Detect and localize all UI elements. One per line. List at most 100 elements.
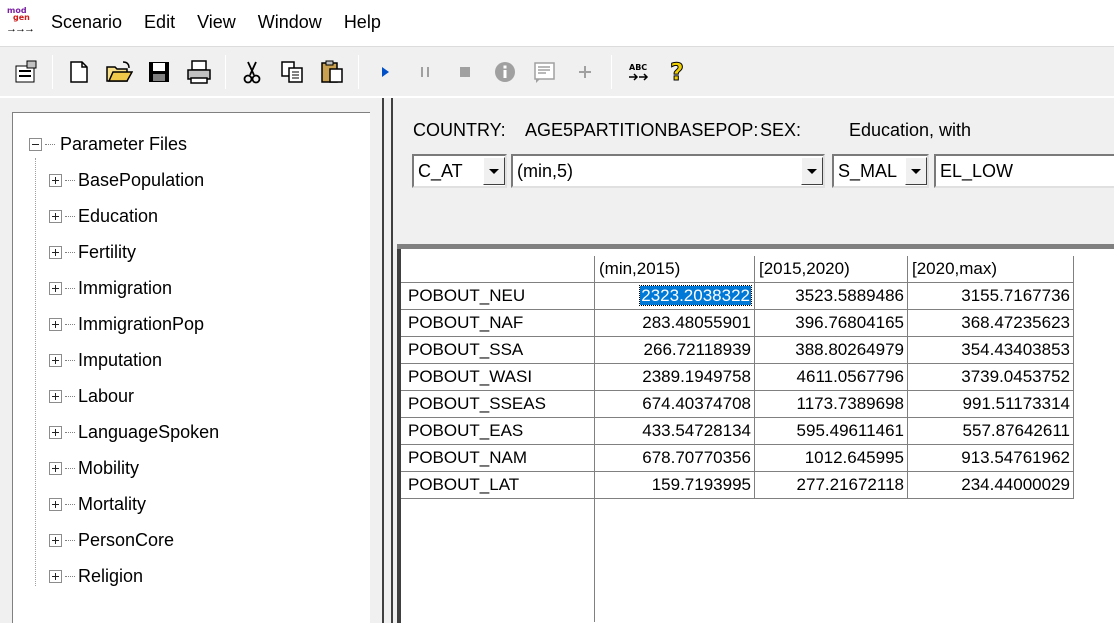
grid-cell[interactable]: 674.40374708 <box>595 391 755 418</box>
grid-cell[interactable]: 234.44000029 <box>908 472 1074 499</box>
grid-corner-cell <box>401 256 595 283</box>
menu-view[interactable]: View <box>186 0 247 44</box>
row-header[interactable]: POBOUT_WASI <box>401 364 595 391</box>
grid-cell[interactable]: 433.54728134 <box>595 418 755 445</box>
expand-icon[interactable] <box>49 533 62 547</box>
country-select[interactable]: C_AT <box>412 154 507 188</box>
modgen-app-icon[interactable]: mod gen →→→ <box>6 7 35 37</box>
grid-cell[interactable]: 557.87642611 <box>908 418 1074 445</box>
pane-splitter[interactable] <box>379 98 397 623</box>
tree-item-religion[interactable]: Religion <box>49 561 143 591</box>
tree-item-label: LanguageSpoken <box>78 421 220 442</box>
expand-icon[interactable] <box>49 353 62 367</box>
row-header[interactable]: POBOUT_LAT <box>401 472 595 499</box>
menu-scenario[interactable]: Scenario <box>40 0 133 44</box>
expand-icon[interactable] <box>49 461 62 475</box>
expand-icon[interactable] <box>49 569 62 583</box>
expand-icon[interactable] <box>49 317 62 331</box>
parameter-grid-area: (min,2015) [2015,2020) [2020,max) POBOUT… <box>397 249 1114 623</box>
row-header[interactable]: POBOUT_SSEAS <box>401 391 595 418</box>
grid-cell[interactable]: 3739.0453752 <box>908 364 1074 391</box>
row-header[interactable]: POBOUT_NAM <box>401 445 595 472</box>
education-select[interactable]: EL_LOW <box>934 154 1114 188</box>
grid-cell[interactable]: 354.43403853 <box>908 337 1074 364</box>
row-header[interactable]: POBOUT_SSA <box>401 337 595 364</box>
age-partition-select[interactable]: (min,5) <box>511 154 825 188</box>
spell-check-icon[interactable]: ABC <box>618 52 658 92</box>
grid-cell-selected[interactable]: 2323.2038322 <box>595 283 755 310</box>
cut-icon[interactable] <box>232 52 272 92</box>
tree-item-mortality[interactable]: Mortality <box>49 489 146 519</box>
tree-item-personcore[interactable]: PersonCore <box>49 525 174 555</box>
column-header[interactable]: [2015,2020) <box>755 256 908 283</box>
expand-icon[interactable] <box>49 245 62 259</box>
grid-cell[interactable]: 368.47235623 <box>908 310 1074 337</box>
grid-cell[interactable]: 678.70770356 <box>595 445 755 472</box>
row-header[interactable]: POBOUT_EAS <box>401 418 595 445</box>
copy-icon[interactable] <box>272 52 312 92</box>
save-icon[interactable] <box>139 52 179 92</box>
grid-cell[interactable]: 388.80264979 <box>755 337 908 364</box>
row-header[interactable]: POBOUT_NEU <box>401 283 595 310</box>
expand-icon[interactable] <box>49 281 62 295</box>
grid-cell[interactable]: 283.48055901 <box>595 310 755 337</box>
stop-icon[interactable] <box>445 52 485 92</box>
toolbar-separator <box>52 54 53 89</box>
splitter-edge <box>382 98 384 623</box>
tree-item-basepopulation[interactable]: BasePopulation <box>49 165 204 195</box>
expand-icon[interactable] <box>49 425 62 439</box>
add-icon[interactable] <box>565 52 605 92</box>
chevron-down-icon[interactable] <box>801 157 823 185</box>
row-header[interactable]: POBOUT_NAF <box>401 310 595 337</box>
grid-cell[interactable]: 266.72118939 <box>595 337 755 364</box>
grid-cell[interactable]: 396.76804165 <box>755 310 908 337</box>
column-header[interactable]: [2020,max) <box>908 256 1074 283</box>
print-icon[interactable] <box>179 52 219 92</box>
column-header[interactable]: (min,2015) <box>595 256 755 283</box>
expand-icon[interactable] <box>49 497 62 511</box>
tree-item-mobility[interactable]: Mobility <box>49 453 139 483</box>
sex-select[interactable]: S_MAL <box>832 154 929 188</box>
pause-icon[interactable] <box>405 52 445 92</box>
log-icon[interactable] <box>525 52 565 92</box>
tree-item-education[interactable]: Education <box>49 201 158 231</box>
paste-icon[interactable] <box>312 52 352 92</box>
grid-cell[interactable]: 159.7193995 <box>595 472 755 499</box>
grid-cell[interactable]: 277.21672118 <box>755 472 908 499</box>
tree-item-imputation[interactable]: Imputation <box>49 345 162 375</box>
expand-icon[interactable] <box>49 173 62 187</box>
tree-item-immigrationpop[interactable]: ImmigrationPop <box>49 309 204 339</box>
grid-cell[interactable]: 991.51173314 <box>908 391 1074 418</box>
menu-edit[interactable]: Edit <box>133 0 186 44</box>
chevron-down-icon[interactable] <box>905 157 927 185</box>
open-folder-icon[interactable] <box>99 52 139 92</box>
info-icon[interactable] <box>485 52 525 92</box>
tree-item-fertility[interactable]: Fertility <box>49 237 136 267</box>
expand-icon[interactable] <box>49 389 62 403</box>
grid-cell[interactable]: 913.54761962 <box>908 445 1074 472</box>
grid-cell[interactable]: 1012.645995 <box>755 445 908 472</box>
grid-cell[interactable]: 3155.7167736 <box>908 283 1074 310</box>
tree-root-parameter-files[interactable]: Parameter Files <box>29 129 189 159</box>
tree-item-immigration[interactable]: Immigration <box>49 273 172 303</box>
menu-window[interactable]: Window <box>247 0 333 44</box>
tree-item-labour[interactable]: Labour <box>49 381 134 411</box>
parameter-tree[interactable]: Parameter Files BasePopulation Education… <box>12 112 370 623</box>
grid-cell[interactable]: 2389.1949758 <box>595 364 755 391</box>
expand-icon[interactable] <box>49 209 62 223</box>
chevron-down-icon[interactable] <box>483 157 505 185</box>
run-icon[interactable] <box>365 52 405 92</box>
grid-cell[interactable]: 595.49611461 <box>755 418 908 445</box>
grid-cell[interactable]: 3523.5889486 <box>755 283 908 310</box>
collapse-icon[interactable] <box>29 137 42 151</box>
grid-cell[interactable]: 4611.0567796 <box>755 364 908 391</box>
help-icon[interactable]: ? <box>658 52 698 92</box>
properties-icon[interactable] <box>6 52 46 92</box>
svg-text:ABC: ABC <box>629 63 647 72</box>
tree-connector <box>65 323 75 325</box>
menu-help[interactable]: Help <box>333 0 392 44</box>
grid-cell[interactable]: 1173.7389698 <box>755 391 908 418</box>
tree-connector <box>65 431 75 433</box>
new-file-icon[interactable] <box>59 52 99 92</box>
tree-item-languagespoken[interactable]: LanguageSpoken <box>49 417 219 447</box>
